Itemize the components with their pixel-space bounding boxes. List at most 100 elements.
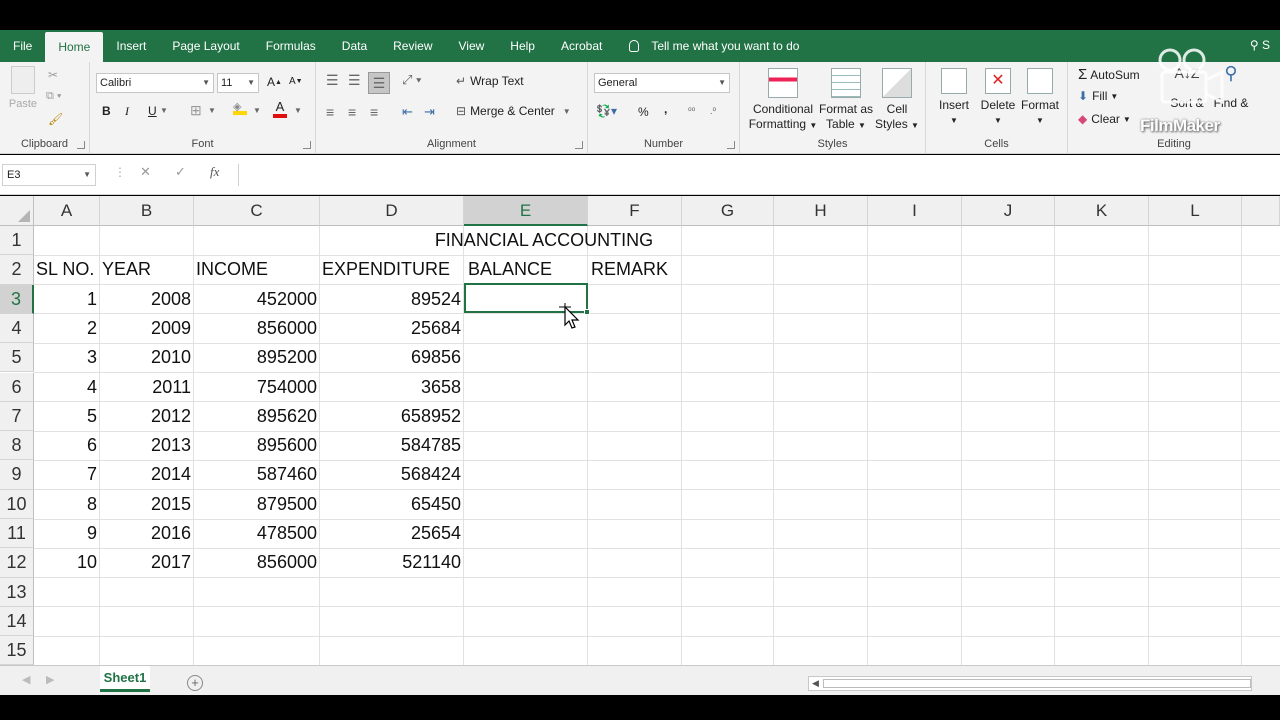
data-cell[interactable]: 658952 [322,402,461,431]
column-header-i[interactable]: I [868,196,962,226]
borders-icon[interactable]: ⊞ [190,102,202,119]
scroll-left-icon[interactable]: ◀ [812,678,819,689]
data-cell[interactable]: 2013 [102,431,191,460]
name-box[interactable]: E3 ▼ [2,164,96,186]
align-center-icon[interactable]: ≡ [348,104,356,120]
share-button[interactable]: ⚲ S [1250,38,1270,52]
data-cell[interactable]: 2011 [102,373,191,402]
font-launcher[interactable] [303,141,311,149]
wrap-text-button[interactable]: ↵ Wrap Text [456,74,524,88]
row-header-11[interactable]: 11 [0,519,34,549]
data-cell[interactable]: 69856 [322,343,461,372]
data-cell[interactable]: 895620 [196,402,317,431]
merge-center-button[interactable]: ⊟ Merge & Center ▼ [456,104,571,118]
format-as-table-button[interactable]: Format as Table ▼ [818,68,874,133]
data-cell[interactable]: 4 [36,373,97,402]
autosum-button[interactable]: Σ AutoSum [1078,66,1140,83]
next-sheet-icon[interactable]: ▶ [46,673,54,686]
data-cell[interactable]: 89524 [322,285,461,314]
header-cell[interactable]: REMARK [591,255,731,284]
data-cell[interactable]: 1 [36,285,97,314]
row-header-2[interactable]: 2 [0,255,34,285]
row-header-13[interactable]: 13 [0,577,34,607]
decrease-indent-icon[interactable]: ⇤ [402,104,413,120]
tab-formulas[interactable]: Formulas [253,30,329,62]
data-cell[interactable]: 65450 [322,490,461,519]
currency-icon[interactable]: 💱▾ [596,104,617,118]
format-painter-icon[interactable]: 🖌 [48,112,63,126]
data-cell[interactable]: 5 [36,402,97,431]
data-cell[interactable]: 25684 [322,314,461,343]
number-launcher[interactable] [727,141,735,149]
enter-icon[interactable]: ✓ [175,164,186,180]
fill-handle[interactable] [584,309,590,315]
data-cell[interactable]: 25654 [322,519,461,548]
column-header-h[interactable]: H [774,196,868,226]
format-cells-button[interactable]: Format ▼ [1018,68,1062,128]
bottom-align-icon[interactable]: ☰ [368,72,390,94]
add-sheet-button[interactable]: + [187,675,203,691]
row-header-3[interactable]: 3 [0,284,34,314]
italic-button[interactable]: I [125,104,129,119]
row-header-8[interactable]: 8 [0,431,34,461]
clear-button[interactable]: ◆ Clear ▼ [1078,112,1131,126]
data-cell[interactable]: 6 [36,431,97,460]
column-header-j[interactable]: J [962,196,1055,226]
align-left-icon[interactable]: ≡ [326,104,334,120]
increase-decimal-icon[interactable]: ⁰⁰ [688,106,695,117]
data-cell[interactable]: 2 [36,314,97,343]
column-header-b[interactable]: B [100,196,194,226]
cut-icon[interactable]: ✂ [48,68,58,82]
data-cell[interactable]: 9 [36,519,97,548]
column-header-f[interactable]: F [588,196,682,226]
header-cell[interactable]: BALANCE [468,255,608,284]
row-header-4[interactable]: 4 [0,313,34,344]
data-cell[interactable]: 10 [36,548,97,577]
font-color-button[interactable]: A [273,100,287,118]
row-header-10[interactable]: 10 [0,489,34,519]
column-header-l[interactable]: L [1149,196,1242,226]
tab-page-layout[interactable]: Page Layout [159,30,252,62]
row-header-14[interactable]: 14 [0,606,34,637]
chevron-down-icon[interactable]: ▼ [160,106,168,115]
formula-input[interactable] [238,164,1278,186]
data-cell[interactable]: 8 [36,490,97,519]
data-cell[interactable]: 521140 [322,548,461,577]
data-cell[interactable]: 587460 [196,460,317,489]
top-align-icon[interactable]: ☰ [326,72,339,89]
insert-cells-button[interactable]: Insert ▼ [932,68,976,128]
decrease-decimal-icon[interactable]: .⁰ [710,106,716,117]
sheet-title-cell[interactable]: FINANCIAL ACCOUNTING [34,226,1054,255]
data-cell[interactable]: 2017 [102,548,191,577]
data-cell[interactable]: 478500 [196,519,317,548]
data-cell[interactable]: 2008 [102,285,191,314]
align-right-icon[interactable]: ≡ [370,104,378,120]
column-header-g[interactable]: G [682,196,774,226]
row-header-7[interactable]: 7 [0,401,34,432]
tab-insert[interactable]: Insert [103,30,159,62]
data-cell[interactable]: 452000 [196,285,317,314]
column-header-m[interactable] [1242,196,1280,226]
increase-indent-icon[interactable]: ⇥ [424,104,435,120]
tab-view[interactable]: View [446,30,498,62]
horizontal-scrollbar[interactable]: ◀ [808,676,1252,691]
header-cell[interactable]: EXPENDITURE [322,255,462,284]
column-header-c[interactable]: C [194,196,320,226]
percent-button[interactable]: % [638,105,649,119]
copy-icon[interactable]: ⧉ ▾ [46,90,62,103]
clipboard-launcher[interactable] [77,141,85,149]
font-name-combo[interactable]: Calibri ▼ [96,73,214,93]
fill-color-button[interactable]: ◈ [233,102,247,115]
data-cell[interactable]: 856000 [196,314,317,343]
row-header-15[interactable]: 15 [0,636,34,665]
worksheet-grid[interactable]: A B C D E F G H I J K L 1 2 3 4 5 6 7 8 … [0,196,1280,665]
paste-button[interactable]: Paste [6,66,40,112]
data-cell[interactable]: 568424 [322,460,461,489]
number-format-combo[interactable]: General ▼ [594,73,730,93]
select-all-button[interactable] [0,196,34,226]
chevron-down-icon[interactable]: ▼ [208,106,216,115]
comma-button[interactable]: , [664,102,667,116]
data-cell[interactable]: 3658 [322,373,461,402]
column-header-e[interactable]: E [464,196,588,226]
data-cell[interactable]: 2014 [102,460,191,489]
